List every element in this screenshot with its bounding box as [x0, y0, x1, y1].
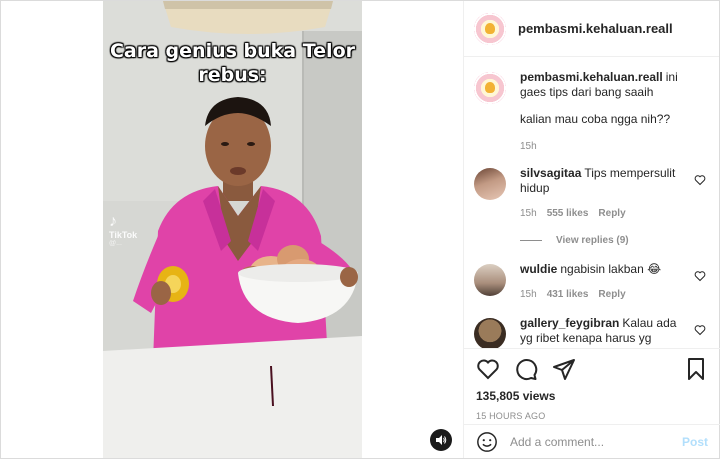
commenter-username[interactable]: gallery_feygibran [520, 316, 619, 330]
commenter-username[interactable]: wuldie [520, 262, 557, 276]
heart-icon[interactable] [694, 324, 706, 336]
heart-icon[interactable] [694, 174, 706, 186]
post-actions: 135,805 views 15 HOURS AGO [464, 348, 720, 421]
heart-icon[interactable] [694, 270, 706, 282]
comment-item: wuldie ngabisin lakban 😂 15h 431 likes Re… [464, 262, 720, 302]
speaker-icon [436, 435, 447, 445]
caption-time: 15h [520, 141, 537, 152]
reply-button[interactable]: Reply [598, 287, 625, 302]
caption-text-2: kalian mau coba ngga nih?? [520, 112, 671, 126]
overlay-line-1: Cara genius buka Telor [109, 40, 355, 62]
heart-icon[interactable] [476, 357, 500, 381]
reply-button[interactable]: Reply [598, 206, 625, 221]
bookmark-icon[interactable] [684, 357, 708, 381]
view-count[interactable]: 135,805 views [476, 389, 708, 403]
comment-icon[interactable] [514, 357, 538, 381]
commenter-avatar[interactable] [474, 168, 506, 200]
overlay-line-2: rebus: [198, 64, 267, 86]
view-replies-button[interactable]: View replies (9) [520, 233, 684, 248]
author-avatar[interactable] [474, 12, 506, 45]
comment-time: 15h [520, 208, 537, 219]
emoji-icon[interactable] [476, 431, 498, 453]
video-caption-overlay: Cara genius buka Telor rebus: [103, 39, 362, 87]
post-sidebar: pembasmi.kehaluan.reall pembasmi.kehalua… [463, 1, 720, 458]
comment-text: ngabisin lakban 😂 [560, 262, 662, 276]
replies-divider [520, 240, 542, 241]
commenter-avatar[interactable] [474, 264, 506, 296]
caption-username[interactable]: pembasmi.kehaluan.reall [520, 70, 663, 84]
tiktok-watermark: ♪ TikTok @... [109, 213, 138, 248]
comment-item: gallery_feygibran Kalau ada yg ribet kena… [464, 316, 720, 348]
tiktok-logo-icon: ♪ [109, 213, 117, 230]
post-header: pembasmi.kehaluan.reall [464, 1, 719, 57]
action-icons-row [476, 357, 708, 381]
comment-time: 15h [520, 289, 537, 300]
author-username[interactable]: pembasmi.kehaluan.reall [518, 21, 673, 36]
commenter-username[interactable]: silvsagitaa [520, 166, 581, 180]
comment-likes[interactable]: 555 likes [547, 206, 589, 221]
post-timestamp[interactable]: 15 HOURS AGO [476, 411, 708, 421]
add-comment-bar: Post [464, 424, 720, 458]
share-icon[interactable] [552, 357, 576, 381]
comment-item: silvsagitaa Tips mempersulit hidup 15h 55… [464, 166, 720, 248]
tiktok-handle: @... [109, 240, 122, 247]
video-player[interactable]: Cara genius buka Telor rebus: ♪ TikTok @… [103, 1, 362, 458]
view-replies-label: View replies (9) [556, 235, 629, 246]
comment-likes[interactable]: 431 likes [547, 287, 589, 302]
commenter-avatar[interactable] [474, 318, 506, 348]
post-caption: pembasmi.kehaluan.reall ini gaes tips dar… [464, 70, 720, 154]
tiktok-watermark-text: TikTok [109, 230, 138, 240]
comment-input[interactable] [510, 434, 682, 449]
comments-list[interactable]: pembasmi.kehaluan.reall ini gaes tips dar… [464, 58, 720, 348]
media-panel: Cara genius buka Telor rebus: ♪ TikTok @… [1, 1, 463, 458]
post-comment-button[interactable]: Post [682, 435, 708, 449]
caption-avatar[interactable] [474, 72, 506, 104]
audio-toggle-button[interactable] [430, 429, 452, 451]
